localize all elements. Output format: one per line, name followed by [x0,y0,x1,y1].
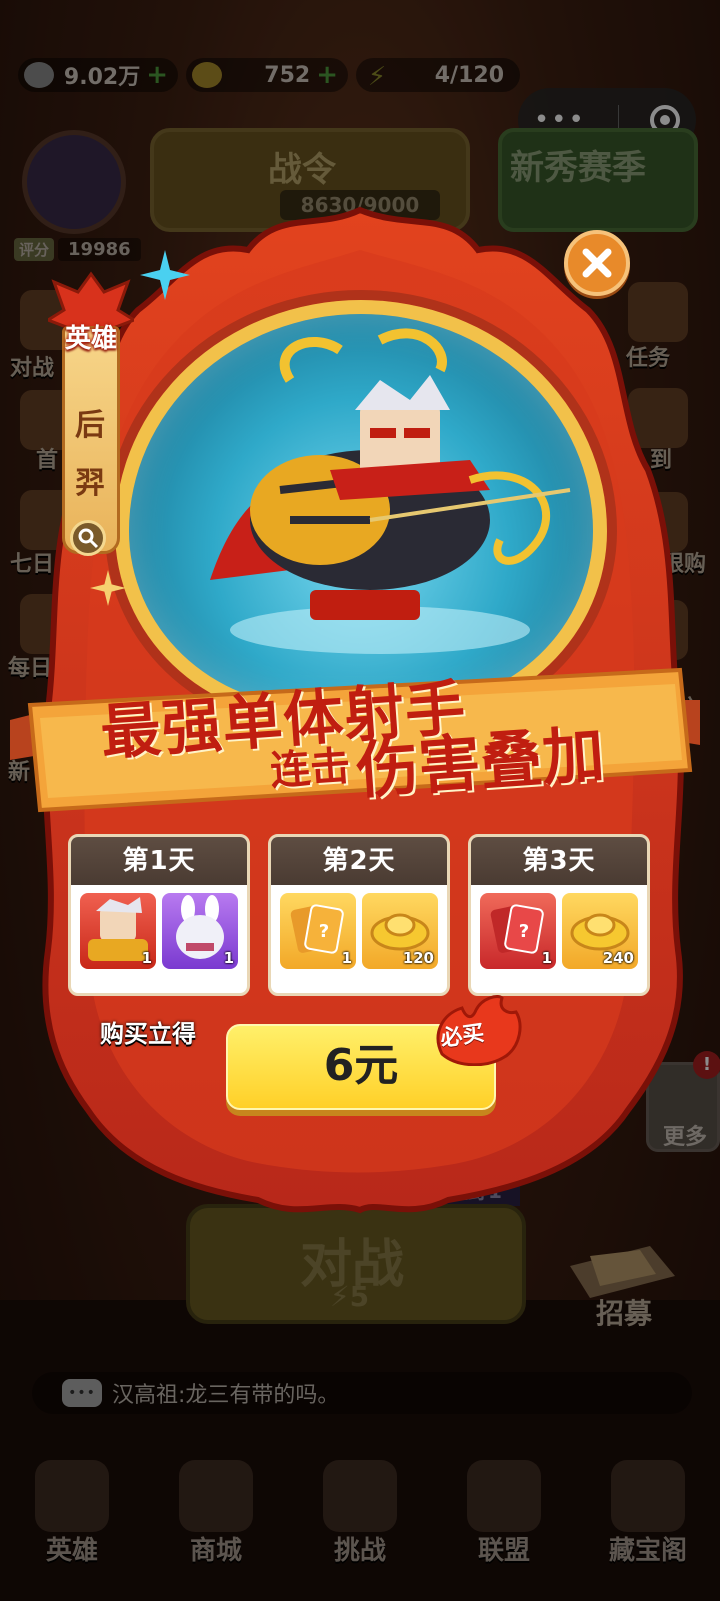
day-2-card: 第2天 ? 1 120 [268,834,450,996]
reward-count: 1 [341,949,352,967]
reward-gold-ingot[interactable]: 240 [562,893,638,969]
buy-get-label: 购买立得 [100,1020,196,1048]
sparkle-icon [90,570,126,606]
must-buy-badge: 必买 [432,994,524,1067]
close-popup-button[interactable] [564,230,630,296]
reward-mystery-card[interactable]: ? 1 [280,893,356,969]
reward-hero-card[interactable]: 1 [80,893,156,969]
reward-count: 1 [141,949,152,967]
slogan-line-2-main: 伤害叠加 [354,717,607,808]
day-3-card: 第3天 ? 1 240 [468,834,650,996]
day-1-card: 第1天 1 1 [68,834,250,996]
close-icon [582,248,612,278]
reward-count: 120 [402,949,434,967]
day-3-label: 第3天 [471,837,647,885]
svg-text:?: ? [519,921,529,942]
magnifier-icon [78,528,99,549]
svg-text:?: ? [319,921,329,942]
hero-detail-button[interactable] [70,520,106,556]
slogan-line-2-prefix: 连击 [268,743,352,795]
reward-count: 1 [223,949,234,967]
must-buy-text: 必买 [438,1021,486,1052]
hero-name-char-2: 羿 [75,466,105,501]
hero-name-char-1: 后 [75,408,105,443]
reward-gold-ingot[interactable]: 120 [362,893,438,969]
sparkle-icon [140,250,190,300]
day-2-label: 第2天 [271,837,447,885]
reward-rabbit-skin[interactable]: 1 [162,893,238,969]
reward-count: 240 [602,949,634,967]
reward-mystery-card-red[interactable]: ? 1 [480,893,556,969]
hero-houyi-illustration [210,328,571,654]
day-1-label: 第1天 [71,837,247,885]
hero-tag-label: 英雄 [64,324,117,354]
reward-count: 1 [541,949,552,967]
